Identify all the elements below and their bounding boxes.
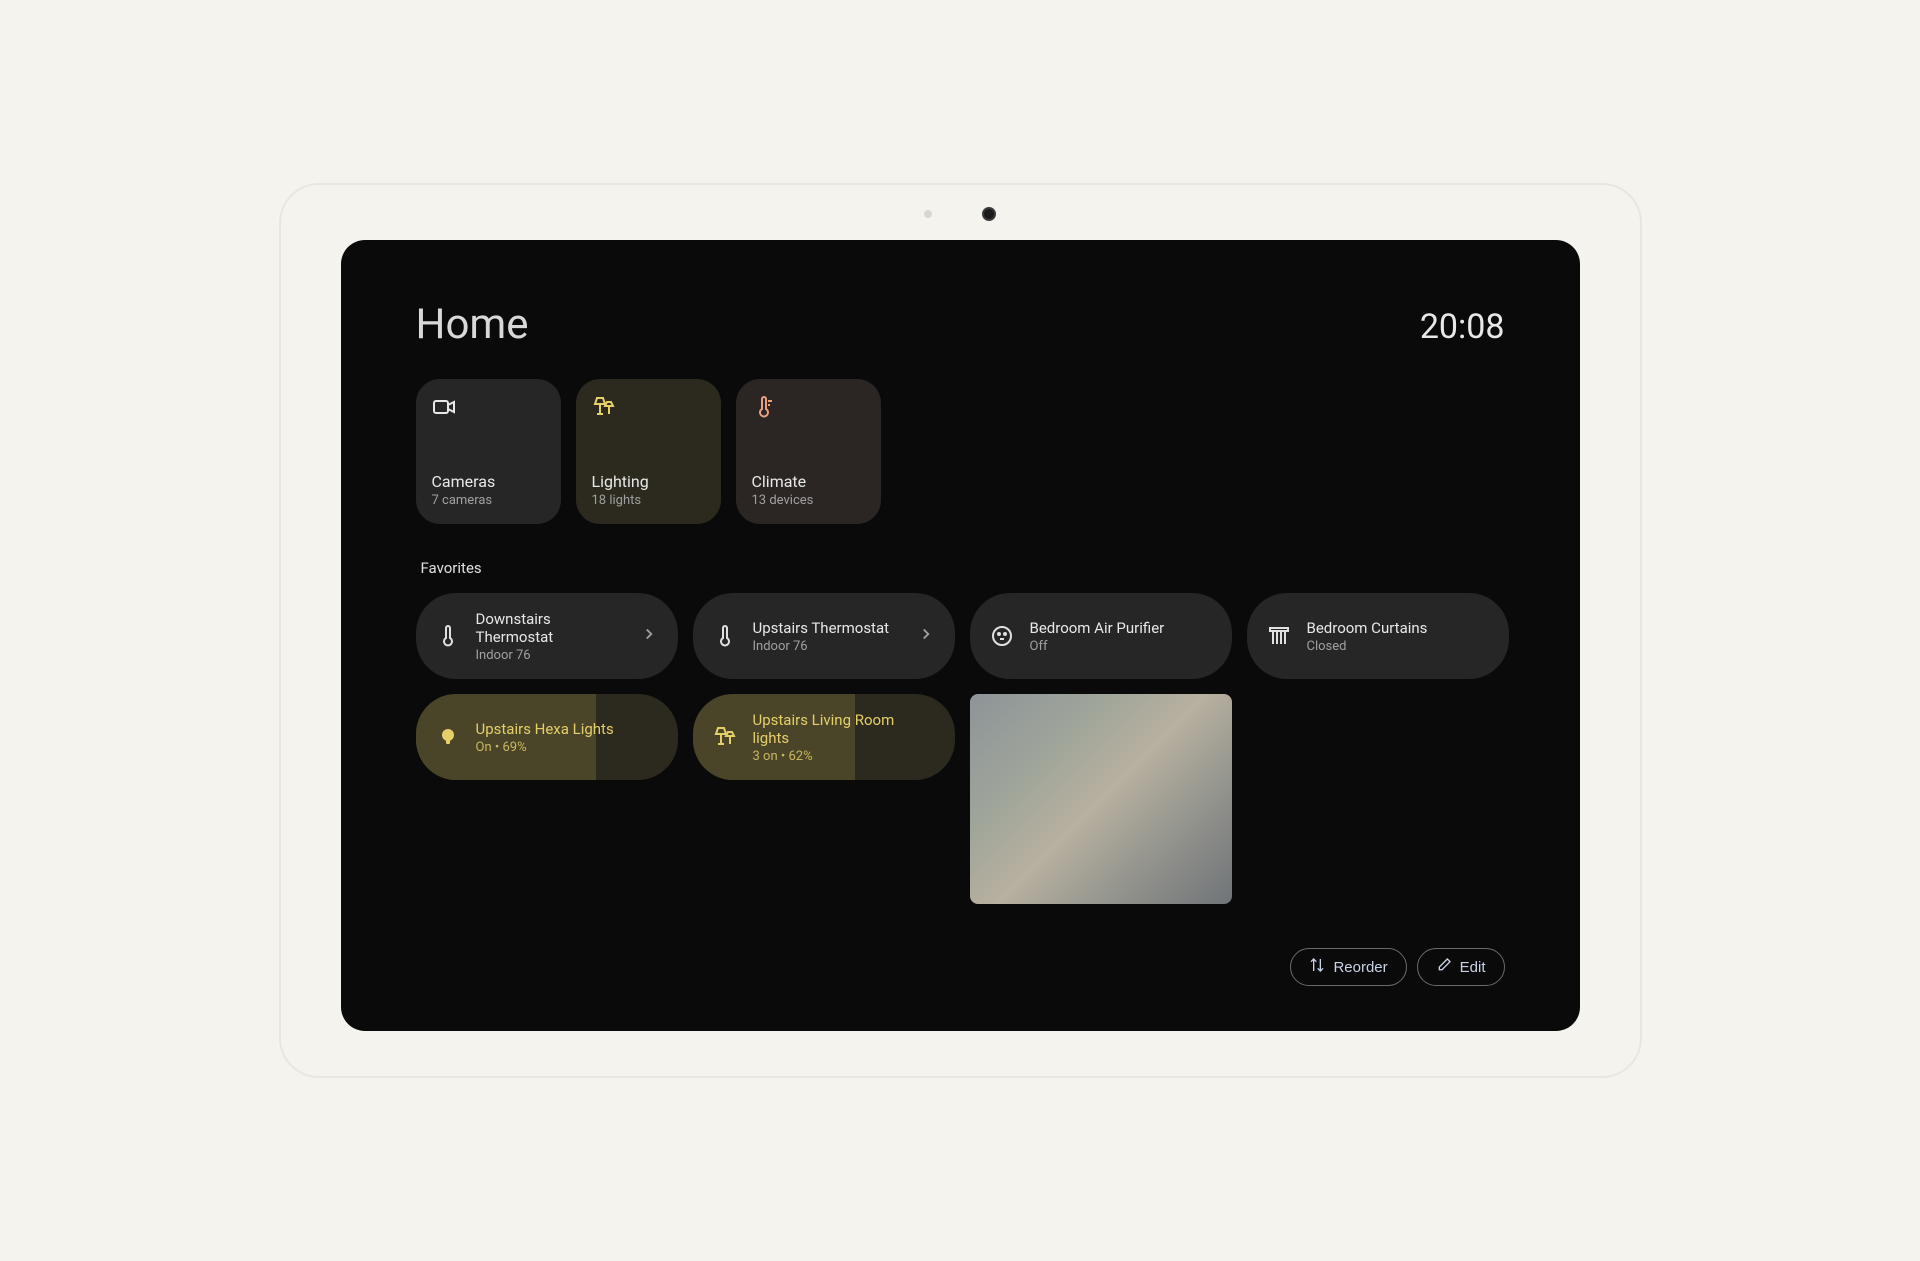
edit-label: Edit [1460,959,1486,976]
thermostat-icon [752,395,776,419]
camera-dot [982,207,996,221]
header: Home 20:08 [416,300,1505,349]
category-sub: 7 cameras [432,493,545,508]
fav-name: Upstairs Hexa Lights [476,720,614,738]
chevron-right-icon [640,625,658,647]
fav-bedroom-curtains[interactable]: Bedroom Curtains Closed [1247,593,1509,679]
fav-bedroom-air-purifier[interactable]: Bedroom Air Purifier Off [970,593,1232,679]
category-name: Climate [752,472,865,491]
thermometer-icon [436,624,460,648]
category-lighting[interactable]: Lighting 18 lights [576,379,721,524]
fav-sub: 3 on • 62% [753,749,935,764]
fav-sub: Off [1030,639,1165,654]
curtains-icon [1267,624,1291,648]
page-title: Home [416,300,529,349]
favorites-grid: Downstairs Thermostat Indoor 76 Upstairs… [416,593,1505,881]
fav-sub: Indoor 76 [753,639,890,654]
fav-camera-feed[interactable] [970,694,1232,904]
fav-downstairs-thermostat[interactable]: Downstairs Thermostat Indoor 76 [416,593,678,679]
fav-sub: Indoor 76 [476,648,624,663]
category-name: Lighting [592,472,705,491]
favorites-label: Favorites [421,559,1505,577]
category-sub: 18 lights [592,493,705,508]
reorder-label: Reorder [1333,959,1387,976]
fav-sub: On • 69% [476,740,614,755]
fav-name: Bedroom Air Purifier [1030,619,1165,637]
fav-upstairs-living-room-lights[interactable]: Upstairs Living Room lights 3 on • 62% [693,694,955,780]
fav-name: Upstairs Living Room lights [753,711,935,747]
sensor-dot [924,210,932,218]
footer-actions: Reorder Edit [1290,948,1504,986]
lamps-icon [592,395,616,419]
fav-sub: Closed [1307,639,1428,654]
category-sub: 13 devices [752,493,865,508]
fav-name: Upstairs Thermostat [753,619,890,637]
videocam-icon [432,395,456,419]
fav-upstairs-hexa-lights[interactable]: Upstairs Hexa Lights On • 69% [416,694,678,780]
category-name: Cameras [432,472,545,491]
bulb-icon [436,725,460,749]
fav-name: Bedroom Curtains [1307,619,1428,637]
categories-row: Cameras 7 cameras Lighting 18 lights [416,379,1505,524]
reorder-button[interactable]: Reorder [1290,948,1406,986]
thermometer-icon [713,624,737,648]
fav-name: Downstairs Thermostat [476,610,624,646]
edit-icon [1436,957,1452,977]
tablet-frame: Home 20:08 Cameras 7 cameras Lighting [279,183,1642,1078]
category-cameras[interactable]: Cameras 7 cameras [416,379,561,524]
clock: 20:08 [1420,307,1505,347]
fav-upstairs-thermostat[interactable]: Upstairs Thermostat Indoor 76 [693,593,955,679]
screen: Home 20:08 Cameras 7 cameras Lighting [341,240,1580,1031]
category-climate[interactable]: Climate 13 devices [736,379,881,524]
edit-button[interactable]: Edit [1417,948,1505,986]
chevron-right-icon [917,625,935,647]
lamps-icon [713,725,737,749]
outlet-icon [990,624,1014,648]
reorder-icon [1309,957,1325,977]
camera-bar [924,207,996,221]
